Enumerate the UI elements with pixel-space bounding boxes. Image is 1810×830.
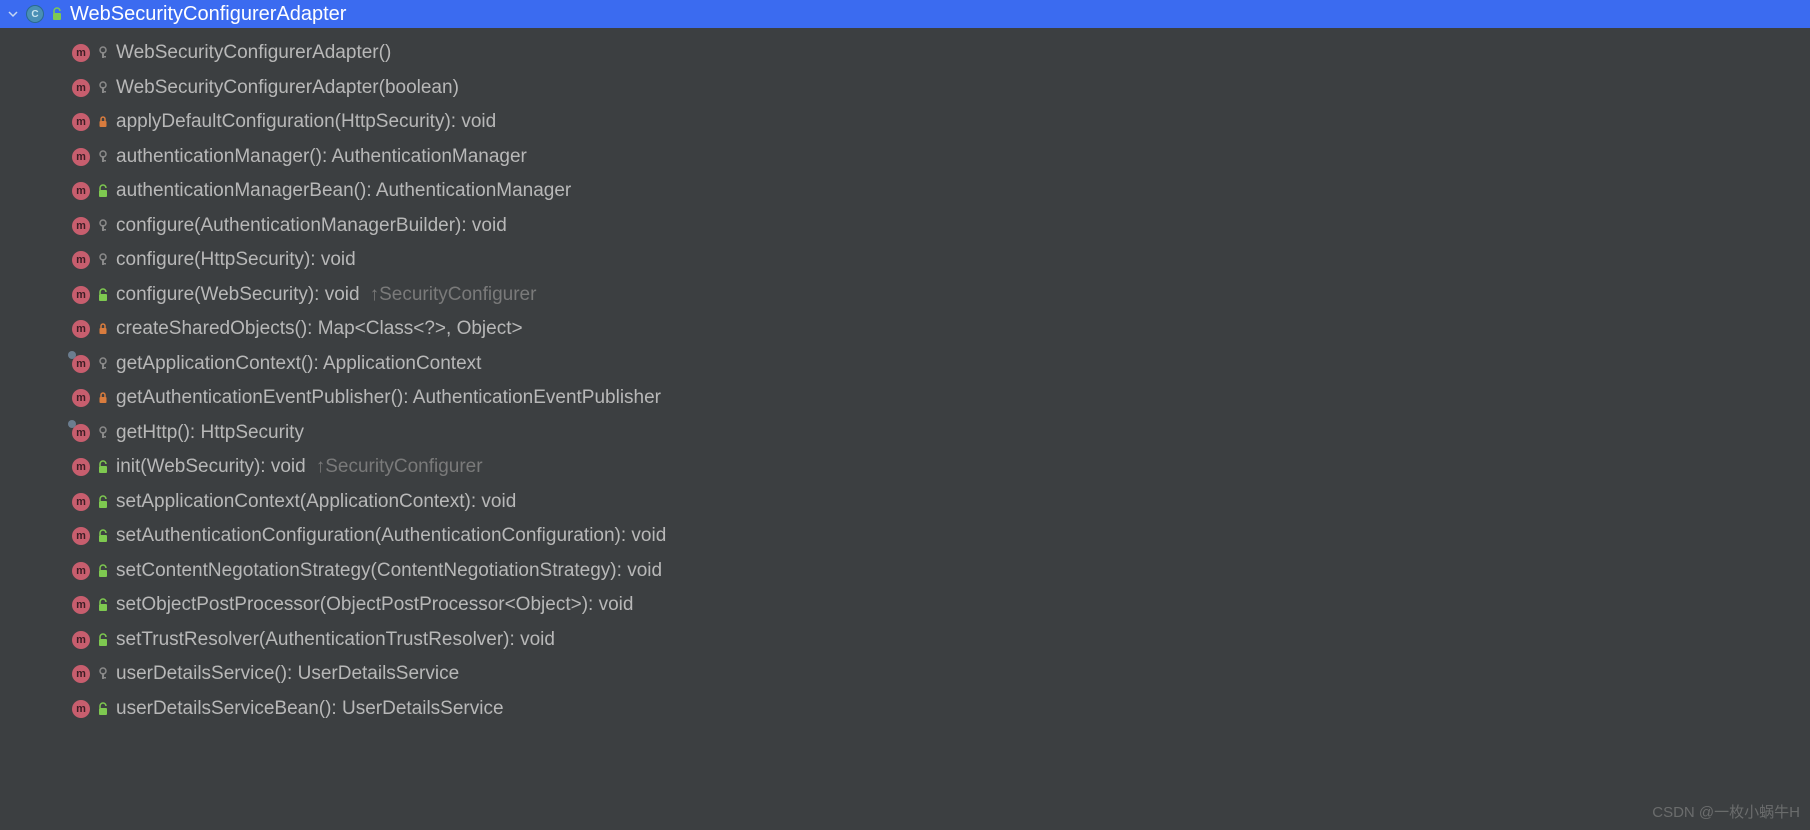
method-icon: m	[72, 44, 90, 62]
unlock-icon	[96, 564, 110, 578]
method-row[interactable]: m applyDefaultConfiguration(HttpSecurity)…	[0, 105, 1810, 140]
method-row[interactable]: m userDetailsService(): UserDetailsServic…	[0, 657, 1810, 692]
method-list: m WebSecurityConfigurerAdapter() m WebSecur…	[0, 28, 1810, 726]
method-icon: m	[72, 217, 90, 235]
unlock-icon	[96, 288, 110, 302]
unlock-icon	[96, 460, 110, 474]
method-row[interactable]: m authenticationManager(): Authentication…	[0, 140, 1810, 175]
unlock-icon	[96, 633, 110, 647]
unlock-icon	[96, 702, 110, 716]
method-signature: createSharedObjects(): Map<Class<?>, Obj…	[116, 318, 523, 340]
method-icon: m	[72, 113, 90, 131]
method-row[interactable]: m setObjectPostProcessor(ObjectPostProces…	[0, 588, 1810, 623]
method-row[interactable]: m configure(WebSecurity): void ↑SecurityCo…	[0, 278, 1810, 313]
method-row[interactable]: m getApplicationContext(): ApplicationCon…	[0, 347, 1810, 382]
method-signature: setContentNegotationStrategy(ContentNego…	[116, 560, 662, 582]
method-icon: m	[72, 700, 90, 718]
method-icon: m	[72, 631, 90, 649]
key-icon	[96, 81, 110, 95]
unlock-icon	[96, 184, 110, 198]
method-icon: m	[72, 182, 90, 200]
key-icon	[96, 219, 110, 233]
method-row[interactable]: m authenticationManagerBean(): Authentica…	[0, 174, 1810, 209]
method-icon: m	[72, 458, 90, 476]
method-signature: authenticationManager(): AuthenticationM…	[116, 146, 527, 168]
lock-icon	[96, 115, 110, 129]
method-row[interactable]: m createSharedObjects(): Map<Class<?>, Ob…	[0, 312, 1810, 347]
method-signature: WebSecurityConfigurerAdapter()	[116, 42, 391, 64]
unlock-icon	[50, 7, 64, 21]
method-signature: WebSecurityConfigurerAdapter(boolean)	[116, 77, 459, 99]
key-icon	[96, 150, 110, 164]
override-indicator-icon	[68, 420, 76, 428]
method-signature: setObjectPostProcessor(ObjectPostProcess…	[116, 594, 633, 616]
method-row[interactable]: m WebSecurityConfigurerAdapter()	[0, 36, 1810, 71]
method-row[interactable]: m configure(AuthenticationManagerBuilder)…	[0, 209, 1810, 244]
method-signature: setApplicationContext(ApplicationContext…	[116, 491, 516, 513]
method-signature: authenticationManagerBean(): Authenticat…	[116, 180, 571, 202]
method-icon: m	[72, 389, 90, 407]
method-signature: init(WebSecurity): void	[116, 456, 306, 478]
method-signature: configure(WebSecurity): void	[116, 284, 360, 306]
class-icon: C	[26, 5, 44, 23]
key-icon	[96, 667, 110, 681]
method-signature: getHttp(): HttpSecurity	[116, 422, 304, 444]
class-icon-letter: C	[31, 9, 38, 20]
unlock-icon	[96, 598, 110, 612]
unlock-icon	[96, 529, 110, 543]
method-signature: setTrustResolver(AuthenticationTrustReso…	[116, 629, 555, 651]
method-row[interactable]: m userDetailsServiceBean(): UserDetailsSe…	[0, 692, 1810, 727]
method-icon: m	[72, 320, 90, 338]
method-icon: m	[72, 424, 90, 442]
method-signature: configure(AuthenticationManagerBuilder):…	[116, 215, 507, 237]
chevron-down-icon[interactable]	[6, 7, 20, 21]
key-icon	[96, 46, 110, 60]
lock-icon	[96, 391, 110, 405]
method-signature: setAuthenticationConfiguration(Authentic…	[116, 525, 666, 547]
override-indicator-icon	[68, 351, 76, 359]
lock-icon	[96, 322, 110, 336]
method-row[interactable]: m getAuthenticationEventPublisher(): Auth…	[0, 381, 1810, 416]
method-signature: userDetailsService(): UserDetailsService	[116, 663, 459, 685]
key-icon	[96, 253, 110, 267]
method-icon: m	[72, 596, 90, 614]
method-icon: m	[72, 527, 90, 545]
method-row[interactable]: m init(WebSecurity): void ↑SecurityConfigu…	[0, 450, 1810, 485]
method-icon: m	[72, 251, 90, 269]
method-row[interactable]: m setContentNegotationStrategy(ContentNeg…	[0, 554, 1810, 589]
method-row[interactable]: m configure(HttpSecurity): void	[0, 243, 1810, 278]
class-header[interactable]: C WebSecurityConfigurerAdapter	[0, 0, 1810, 28]
key-icon	[96, 426, 110, 440]
method-row[interactable]: m setAuthenticationConfiguration(Authenti…	[0, 519, 1810, 554]
method-icon: m	[72, 355, 90, 373]
method-icon: m	[72, 665, 90, 683]
key-icon	[96, 357, 110, 371]
method-signature: configure(HttpSecurity): void	[116, 249, 356, 271]
method-row[interactable]: m setApplicationContext(ApplicationContex…	[0, 485, 1810, 520]
inherited-from: ↑SecurityConfigurer	[370, 284, 537, 306]
method-row[interactable]: m getHttp(): HttpSecurity	[0, 416, 1810, 451]
watermark: CSDN @一枚小蜗牛H	[1652, 801, 1800, 822]
method-icon: m	[72, 493, 90, 511]
method-icon: m	[72, 562, 90, 580]
method-row[interactable]: m WebSecurityConfigurerAdapter(boolean)	[0, 71, 1810, 106]
method-icon: m	[72, 79, 90, 97]
method-signature: getAuthenticationEventPublisher(): Authe…	[116, 387, 661, 409]
method-icon: m	[72, 148, 90, 166]
class-name: WebSecurityConfigurerAdapter	[70, 3, 346, 26]
method-signature: applyDefaultConfiguration(HttpSecurity):…	[116, 111, 496, 133]
method-row[interactable]: m setTrustResolver(AuthenticationTrustRes…	[0, 623, 1810, 658]
method-signature: userDetailsServiceBean(): UserDetailsSer…	[116, 698, 504, 720]
inherited-from: ↑SecurityConfigurer	[316, 456, 483, 478]
unlock-icon	[96, 495, 110, 509]
method-signature: getApplicationContext(): ApplicationCont…	[116, 353, 481, 375]
method-icon: m	[72, 286, 90, 304]
